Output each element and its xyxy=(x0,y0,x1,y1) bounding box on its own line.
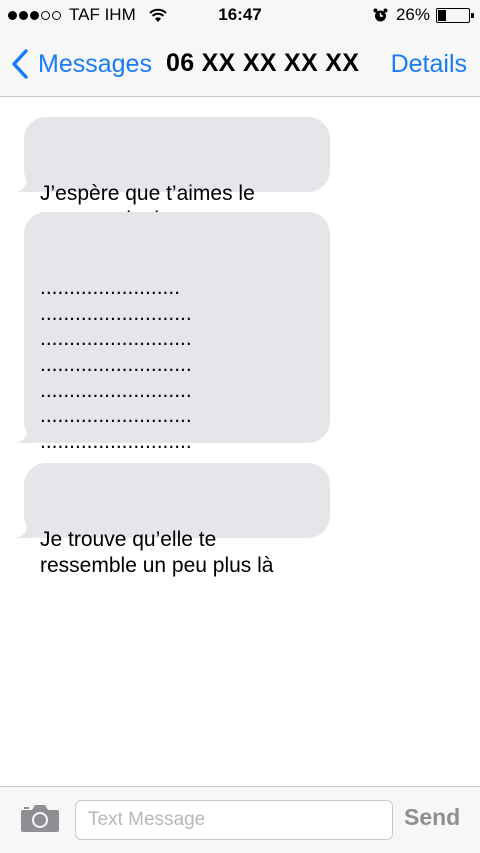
message-input-bar: Send xyxy=(0,786,480,853)
message-bubble-received[interactable]: Je trouve qu’elle te ressemble un peu pl… xyxy=(15,463,330,577)
chevron-left-icon xyxy=(12,49,28,79)
alarm-icon xyxy=(373,8,388,21)
bubble-tail xyxy=(15,427,39,443)
message-bubble-received[interactable]: ........................ ...............… xyxy=(15,212,330,478)
camera-icon[interactable] xyxy=(20,803,60,833)
back-button[interactable]: Messages xyxy=(10,48,152,80)
text-message-input[interactable] xyxy=(75,800,393,840)
battery-percentage: 26% xyxy=(395,5,430,24)
message-list[interactable]: J’espère que t’aimes le nouveau look ...… xyxy=(0,97,480,786)
battery-tip xyxy=(471,12,474,18)
message-text: ........................ ...............… xyxy=(40,276,203,478)
bubble-tail xyxy=(15,176,39,192)
status-right: 26% xyxy=(373,5,474,25)
message-bubble-received[interactable]: J’espère que t’aimes le nouveau look xyxy=(15,117,330,231)
battery-level-fill xyxy=(438,9,447,21)
back-label: Messages xyxy=(38,49,152,78)
bubble-tail xyxy=(15,522,39,538)
message-text: Je trouve qu’elle te ressemble un peu pl… xyxy=(40,528,274,577)
status-bar: TAF IHM 16:47 26% xyxy=(0,0,480,30)
navigation-bar: Messages 06 XX XX XX XX Details xyxy=(0,30,480,97)
details-button[interactable]: Details xyxy=(391,50,467,79)
send-button[interactable]: Send xyxy=(404,804,460,831)
conversation-title: 06 XX XX XX XX xyxy=(166,49,360,77)
battery-icon xyxy=(436,7,474,23)
